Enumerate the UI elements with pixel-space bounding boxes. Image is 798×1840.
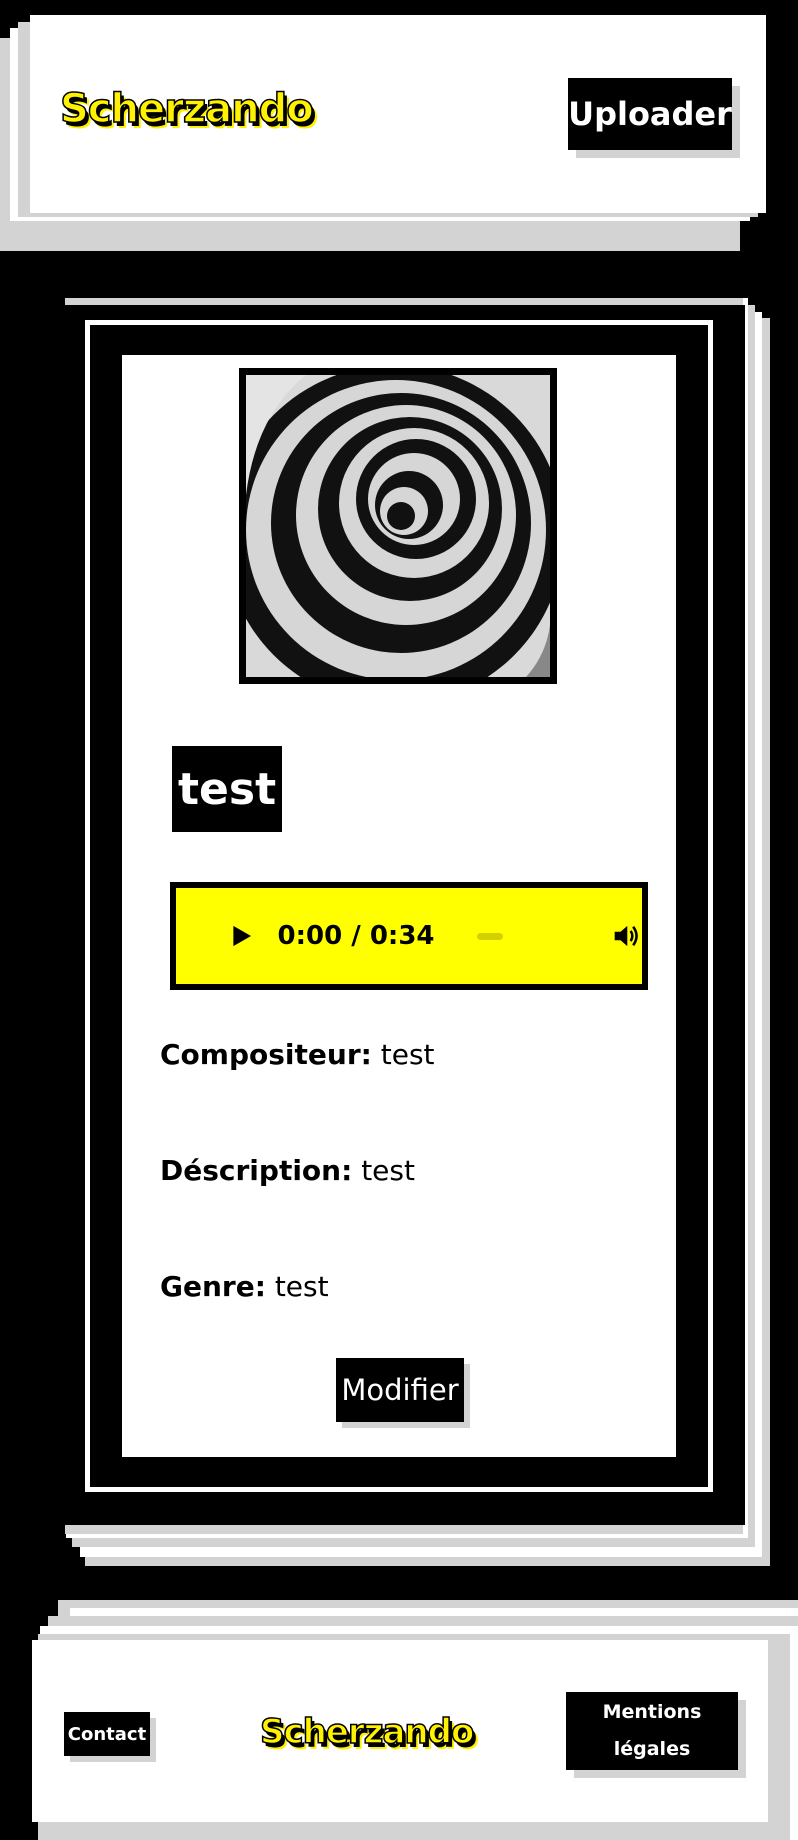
spiral-cover-image [224, 365, 564, 705]
header-logo[interactable]: Scherzando [59, 85, 314, 133]
composer-field: Compositeur: test [160, 1038, 435, 1071]
description-field: Déscription: test [160, 1154, 415, 1187]
track-title: test [172, 746, 283, 832]
legal-button-line2: légales [613, 1738, 691, 1760]
cover-frame [224, 365, 564, 705]
genre-label: Genre: [160, 1270, 266, 1303]
play-icon[interactable] [230, 921, 254, 951]
legal-button-line1: Mentions [602, 1701, 702, 1723]
genre-value: test [274, 1270, 329, 1303]
description-value: test [361, 1154, 415, 1187]
description-label: Déscription: [160, 1154, 353, 1187]
genre-field: Genre: test [160, 1270, 329, 1303]
composer-value: test [380, 1038, 435, 1071]
composer-label: Compositeur: [160, 1038, 372, 1071]
progress-slider[interactable] [476, 932, 504, 940]
edit-button[interactable]: Modifier [336, 1358, 464, 1422]
player-current-time: 0:00 [277, 921, 343, 951]
legal-button[interactable]: Mentions légales [566, 1692, 738, 1770]
audio-player[interactable]: 0:00 / 0:34 [170, 882, 648, 990]
footer-logo[interactable]: Scherzando [259, 1711, 475, 1753]
contact-button[interactable]: Contact [64, 1712, 150, 1756]
player-duration: 0:34 [369, 921, 435, 951]
player-time-separator: / [342, 921, 370, 951]
upload-button[interactable]: Uploader [568, 78, 732, 150]
volume-icon[interactable] [613, 920, 642, 952]
